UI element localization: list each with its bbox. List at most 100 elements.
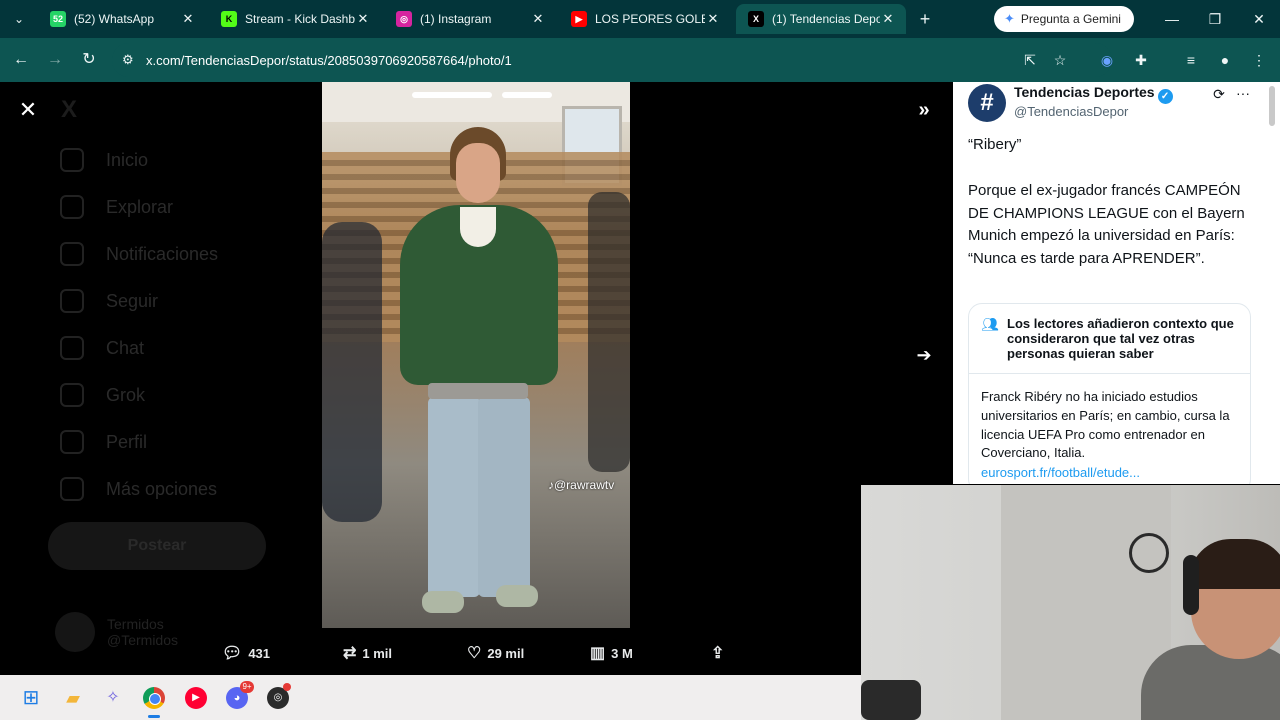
photo-shirt — [460, 207, 496, 247]
tweet-text-body: Porque el ex-jugador francés CAMPEÓN DE … — [968, 182, 1245, 267]
tweet-text-title: “Ribery” — [968, 136, 1022, 153]
photo-background-student — [588, 192, 630, 472]
extension-icon[interactable]: ◉ — [1096, 49, 1118, 71]
bookmark-star-icon[interactable]: ☆ — [1049, 49, 1071, 71]
author-name[interactable]: Tendencias Deportes ✓ — [1014, 84, 1173, 104]
app-launcher-icon[interactable]: ✧ — [98, 683, 128, 713]
profile-icon — [60, 430, 84, 454]
author-handle[interactable]: @TendenciasDepor — [1014, 104, 1128, 119]
maximize-button[interactable]: ❐ — [1203, 8, 1227, 30]
webcam-person-hair — [1189, 539, 1280, 589]
analytics-icon: ▥ — [590, 645, 606, 662]
community-note-header: 👥︎ Los lectores añadieron contexto que c… — [969, 304, 1250, 374]
scrollbar[interactable] — [1269, 86, 1275, 126]
search-icon — [60, 195, 84, 219]
more-options-icon — [60, 477, 84, 501]
tab-kick[interactable]: K Stream - Kick Dashbo ✕ — [209, 4, 381, 34]
reply-count: 431 — [248, 645, 271, 661]
sidebar-item-label: Chat — [106, 337, 145, 358]
sidebar-item-home: Inicio — [60, 145, 148, 175]
sidebar-item-label: Más opciones — [106, 478, 218, 499]
community-note-link[interactable]: eurosport.fr/football/etude... — [981, 465, 1140, 480]
youtube-icon: ▶ — [571, 11, 587, 27]
sidebar-item-more: Más opciones — [60, 474, 217, 504]
site-info-icon[interactable]: ⚙ — [122, 52, 142, 68]
browser-toolbar: ← → ↻ ⚙ x.com/TendenciasDepor/status/208… — [0, 38, 1280, 82]
reply-action[interactable]: 💬︎ 431 — [222, 642, 270, 664]
home-icon — [60, 148, 84, 172]
sidebar-item-label: Inicio — [106, 149, 149, 170]
tab-title: (1) Tendencias Depor — [772, 12, 880, 26]
sidebar-item-profile: Perfil — [60, 427, 147, 457]
verified-badge-icon: ✓ — [1157, 89, 1173, 104]
tab-title: Stream - Kick Dashbo — [245, 12, 355, 26]
windows-start-icon[interactable]: ⊞ — [16, 683, 46, 713]
tab-whatsapp[interactable]: 52 (52) WhatsApp ✕ — [38, 4, 206, 34]
address-bar[interactable]: ⚙ x.com/TendenciasDepor/status/208503970… — [112, 43, 1112, 77]
photo-shoe — [496, 585, 538, 607]
avatar — [55, 612, 95, 652]
sidebar-item-chat: Chat — [60, 333, 144, 363]
back-button[interactable]: ← — [10, 49, 32, 71]
tab-search-button[interactable]: ⌄ — [8, 9, 30, 29]
photo-watermark: ♪@rawrawtv — [548, 478, 615, 492]
x-icon: X — [748, 11, 764, 27]
close-icon[interactable]: ✕ — [355, 11, 371, 27]
install-app-icon[interactable]: ⇱ — [1019, 49, 1041, 71]
account-name: Termidos — [107, 616, 164, 632]
reload-button[interactable]: ↻ — [78, 49, 100, 71]
youtube-music-icon[interactable]: ▶ — [181, 683, 211, 713]
sidebar-item-explore: Explorar — [60, 192, 173, 222]
extensions-puzzle-icon[interactable]: ✚ — [1130, 49, 1152, 71]
follow-icon — [60, 289, 84, 313]
x-logo-icon: X — [61, 96, 78, 123]
profile-avatar-icon[interactable]: ● — [1214, 49, 1236, 71]
close-photo-button[interactable]: ✕ — [14, 96, 42, 124]
grok-icon[interactable]: ⟳ — [1209, 84, 1229, 104]
share-action[interactable]: ⇪ — [711, 642, 724, 664]
tweet-detail-panel: # Tendencias Deportes ✓ @TendenciasDepor … — [953, 82, 1280, 484]
photo-face — [456, 143, 500, 203]
views-action[interactable]: ▥ 3 M — [590, 642, 633, 664]
expand-panel-button[interactable]: » — [910, 96, 938, 124]
tab-instagram[interactable]: ◎ (1) Instagram ✕ — [384, 4, 556, 34]
tab-x-active[interactable]: X (1) Tendencias Depor ✕ — [736, 4, 906, 34]
close-icon[interactable]: ✕ — [705, 11, 721, 27]
webcam-headset — [1183, 555, 1199, 615]
recording-indicator — [283, 683, 291, 691]
tab-title: (52) WhatsApp — [74, 12, 155, 26]
window-close-button[interactable]: ✕ — [1247, 8, 1271, 30]
close-icon[interactable]: ✕ — [180, 11, 196, 27]
file-explorer-icon[interactable]: ▰ — [58, 683, 88, 713]
next-photo-button[interactable]: ➔ — [910, 341, 938, 369]
author-name-text: Tendencias Deportes — [1014, 84, 1155, 100]
community-note-title: Los lectores añadieron contexto que cons… — [1007, 316, 1234, 361]
minimize-button[interactable]: — — [1160, 8, 1184, 30]
photo-jeans — [478, 397, 530, 597]
sidebar-item-notifications: Notificaciones — [60, 239, 218, 269]
tab-youtube[interactable]: ▶ LOS PEORES GOLES E ✕ — [559, 4, 731, 34]
heart-icon: ♡ — [467, 645, 482, 662]
photo-subject — [392, 127, 562, 627]
forward-button[interactable]: → — [44, 49, 66, 71]
repost-action[interactable]: ⇄ 1 mil — [343, 642, 392, 664]
gemini-button[interactable]: ✦ Pregunta a Gemini — [994, 6, 1134, 32]
repost-count: 1 mil — [362, 645, 393, 661]
people-icon: 👥︎ — [981, 316, 999, 332]
new-tab-button[interactable]: + — [914, 8, 936, 30]
discord-icon[interactable]: ◕ 9+ — [222, 681, 254, 713]
more-options-icon[interactable]: ··· — [1233, 84, 1253, 104]
like-action[interactable]: ♡ 29 mil — [467, 642, 524, 664]
browser-menu-icon[interactable]: ⋮ — [1248, 49, 1270, 71]
obs-icon[interactable]: ◎ — [263, 683, 293, 713]
close-icon[interactable]: ✕ — [880, 11, 896, 27]
photo-shoe — [422, 591, 464, 613]
close-icon[interactable]: ✕ — [530, 11, 546, 27]
chrome-icon[interactable] — [139, 683, 169, 718]
reply-icon: 💬︎ — [222, 645, 243, 662]
grok-icon — [60, 383, 84, 407]
tweet-photo[interactable]: ♪@rawrawtv — [322, 82, 630, 628]
avatar[interactable]: # — [968, 84, 1006, 122]
background-sidebar: X Inicio Explorar Notificaciones Seguir … — [48, 82, 305, 675]
media-controls-icon[interactable]: ≡ — [1180, 49, 1202, 71]
